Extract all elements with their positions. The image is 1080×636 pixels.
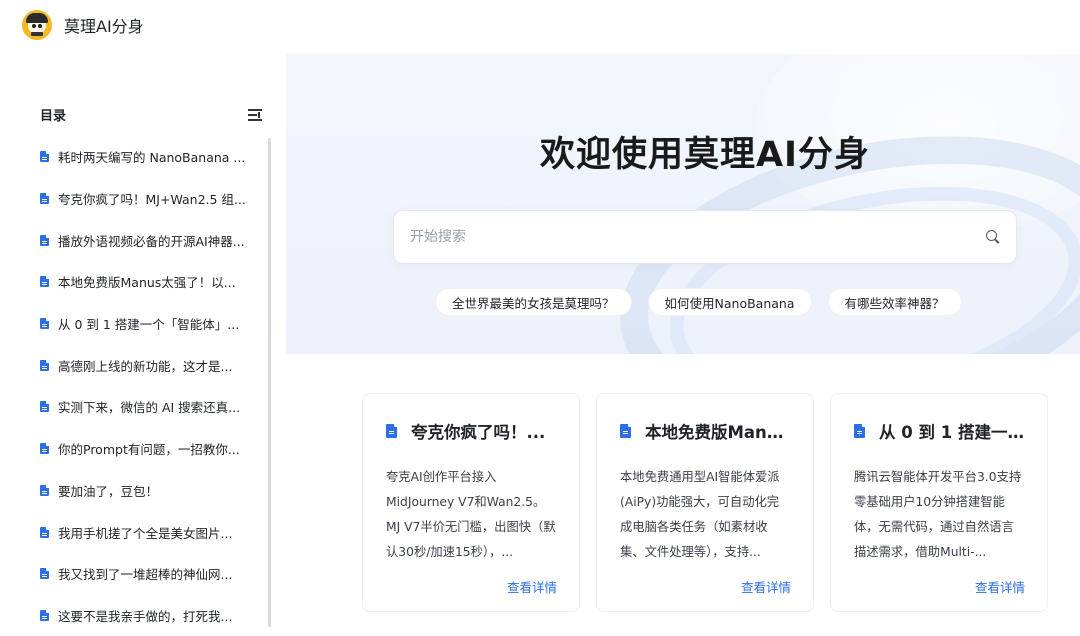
toc-item[interactable]: 耗时两天编写的 NanoBanana ...: [40, 136, 258, 178]
document-icon: [40, 359, 49, 371]
collapse-menu-icon[interactable]: [248, 108, 262, 121]
toc-item-label: 播放外语视频必备的开源AI神器...: [58, 233, 245, 249]
card-title: 夸克你疯了吗！...: [411, 423, 546, 442]
toc-item-label: 你的Prompt有问题，一招教你...: [58, 442, 240, 458]
suggestion-chip[interactable]: 有哪些效率神器？: [827, 288, 962, 316]
toc-item[interactable]: 我用手机搓了个全是美女图片...: [40, 511, 258, 553]
document-icon: [40, 401, 49, 413]
card-header: 本地免费版Manu...: [620, 419, 791, 443]
toc-item[interactable]: 这要不是我亲手做的，打死我...: [40, 595, 258, 636]
toc-item[interactable]: 我又找到了一堆超棒的神仙网...: [40, 553, 258, 595]
toc-item-label: 夸克你疯了吗！MJ+Wan2.5 组...: [58, 192, 246, 208]
document-icon: [40, 193, 49, 205]
document-icon: [40, 443, 49, 455]
document-icon: [40, 484, 49, 496]
article-card[interactable]: 夸克你疯了吗！... 夸克AI创作平台接入MidJourney V7和Wan2.…: [362, 393, 580, 612]
toc-item-label: 这要不是我亲手做的，打死我...: [58, 608, 233, 624]
toc-item[interactable]: 夸克你疯了吗！MJ+Wan2.5 组...: [40, 178, 258, 220]
search-input[interactable]: [410, 229, 986, 245]
document-icon: [854, 424, 865, 438]
sidebar-toc: 目录 耗时两天编写的 NanoBanana ... 夸克你疯了吗！MJ+Wan2…: [0, 50, 272, 627]
toc-item-label: 我又找到了一堆超棒的神仙网...: [58, 567, 233, 583]
site-title[interactable]: 莫理AI分身: [64, 13, 144, 37]
view-details-link[interactable]: 查看详情: [386, 577, 557, 596]
card-title: 从 0 到 1 搭建一...: [879, 423, 1025, 442]
toc-list: 耗时两天编写的 NanoBanana ... 夸克你疯了吗！MJ+Wan2.5 …: [40, 136, 258, 636]
toc-item-label: 要加油了，豆包！: [58, 483, 159, 499]
hero-banner: 欢迎使用莫理AI分身 全世界最美的女孩是莫理吗？ 如何使用NanoBanana …: [286, 54, 1080, 354]
toc-item-label: 实测下来，微信的 AI 搜索还真...: [58, 400, 241, 416]
document-icon: [40, 234, 49, 246]
card-header: 夸克你疯了吗！...: [386, 419, 557, 443]
hero-title: 欢迎使用莫理AI分身: [539, 135, 871, 175]
suggestion-chips: 全世界最美的女孩是莫理吗？ 如何使用NanoBanana 有哪些效率神器？: [435, 288, 978, 316]
toc-item[interactable]: 要加油了，豆包！: [40, 470, 258, 512]
document-icon: [40, 568, 49, 580]
document-icon: [386, 424, 397, 438]
card-title: 本地免费版Manu...: [645, 423, 791, 442]
suggestion-chip[interactable]: 全世界最美的女孩是莫理吗？: [435, 288, 632, 316]
article-card[interactable]: 本地免费版Manu... 本地免费通用型AI智能体爱派(AiPy)功能强大，可自…: [596, 393, 814, 612]
suggestion-chip[interactable]: 如何使用NanoBanana: [647, 288, 812, 316]
toc-item[interactable]: 你的Prompt有问题，一招教你...: [40, 428, 258, 470]
sidebar-scrollbar[interactable]: [268, 138, 271, 627]
toc-item[interactable]: 从 0 到 1 搭建一个「智能体」...: [40, 303, 258, 345]
toc-item[interactable]: 播放外语视频必备的开源AI神器...: [40, 219, 258, 261]
toc-item[interactable]: 实测下来，微信的 AI 搜索还真...: [40, 386, 258, 428]
avatar-logo-icon[interactable]: [22, 10, 52, 40]
article-cards: 夸克你疯了吗！... 夸克AI创作平台接入MidJourney V7和Wan2.…: [362, 393, 1064, 612]
search-icon[interactable]: [986, 230, 1000, 244]
toc-header: 目录: [40, 105, 262, 124]
document-icon: [40, 151, 49, 163]
toc-item-label: 我用手机搓了个全是美女图片...: [58, 525, 233, 541]
toc-item-label: 从 0 到 1 搭建一个「智能体」...: [58, 317, 240, 333]
view-details-link[interactable]: 查看详情: [854, 577, 1025, 596]
card-description: 本地免费通用型AI智能体爱派(AiPy)功能强大，可自动化完成电脑各类任务（如素…: [620, 470, 780, 559]
toc-item-label: 耗时两天编写的 NanoBanana ...: [58, 150, 246, 166]
document-icon: [620, 424, 631, 438]
card-description: 腾讯云智能体开发平台3.0支持零基础用户10分钟搭建智能体，无需代码，通过自然语…: [854, 470, 1022, 559]
card-description: 夸克AI创作平台接入MidJourney V7和Wan2.5。MJ V7半价无门…: [386, 470, 556, 559]
toc-item[interactable]: 高德刚上线的新功能，这才是...: [40, 344, 258, 386]
top-header: 莫理AI分身: [0, 0, 1080, 50]
search-box[interactable]: [393, 210, 1017, 264]
toc-item[interactable]: 本地免费版Manus太强了！以...: [40, 261, 258, 303]
document-icon: [40, 526, 49, 538]
toc-item-label: 高德刚上线的新功能，这才是...: [58, 358, 233, 374]
card-header: 从 0 到 1 搭建一...: [854, 419, 1025, 443]
toc-title: 目录: [40, 109, 67, 124]
document-icon: [40, 318, 49, 330]
document-icon: [40, 609, 49, 621]
toc-item-label: 本地免费版Manus太强了！以...: [58, 275, 236, 291]
article-card[interactable]: 从 0 到 1 搭建一... 腾讯云智能体开发平台3.0支持零基础用户10分钟搭…: [830, 393, 1048, 612]
view-details-link[interactable]: 查看详情: [620, 577, 791, 596]
document-icon: [40, 276, 49, 288]
